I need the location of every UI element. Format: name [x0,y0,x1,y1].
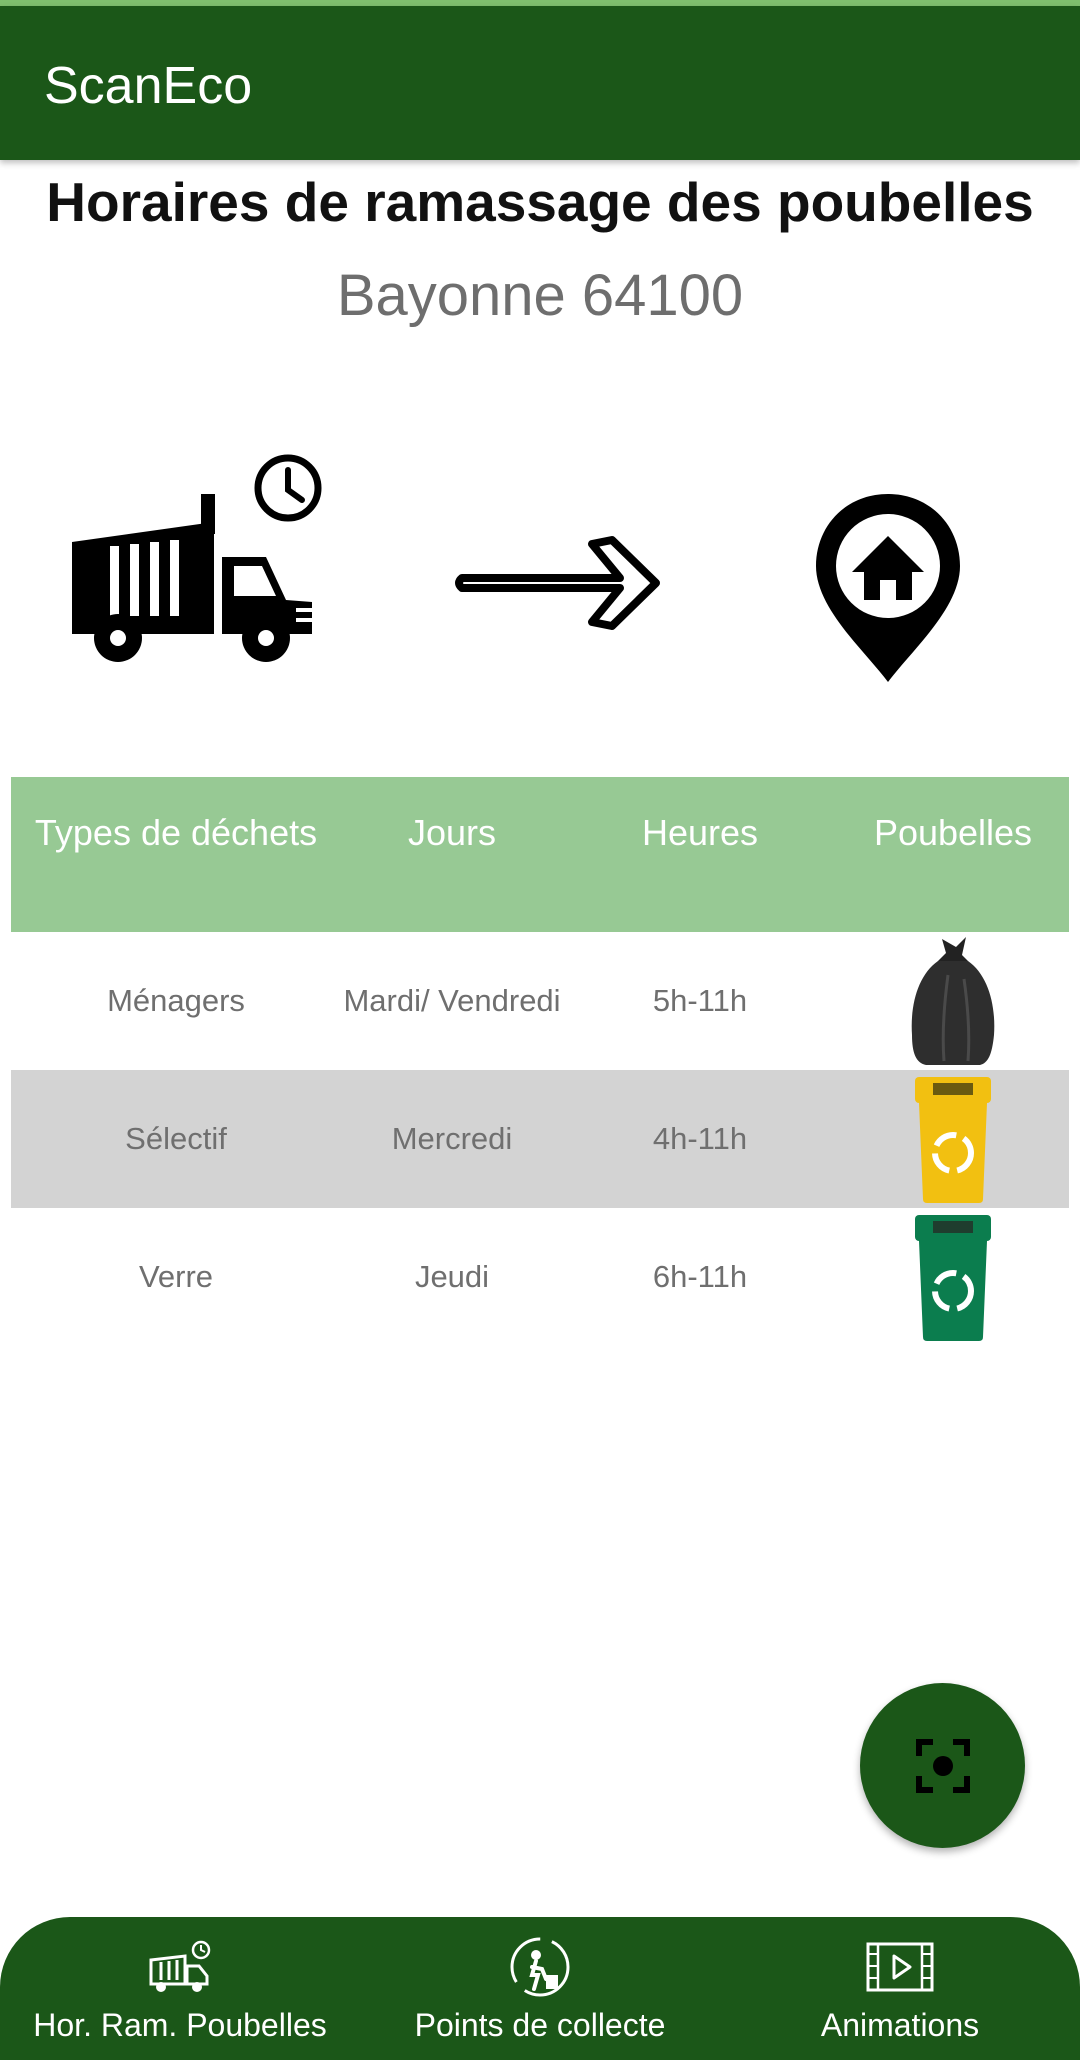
table-row: Ménagers Mardi/ Vendredi 5h-11h [11,932,1069,1070]
cell-hours: 6h-11h [652,1259,748,1294]
home-location-pin-icon [816,494,960,682]
bottom-navigation: Hor. Ram. Poubelles Points de collecte A… [0,1917,1080,2060]
nav-item-animations[interactable]: Animations [750,1917,1050,2060]
table-row: Sélectif Mercredi 4h-11h [11,1070,1069,1208]
city-label: Bayonne 64100 [336,263,744,328]
right-arrow-icon [455,536,660,630]
cell-days: Mercredi [391,1121,513,1156]
scan-focus-icon [915,1738,970,1793]
scan-button[interactable] [860,1683,1025,1848]
table-row: Verre Jeudi 6h-11h [11,1208,1069,1346]
cell-type: Ménagers [107,983,245,1018]
yellow-recycling-bin-icon [915,1077,991,1203]
green-recycling-bin-icon [915,1215,991,1341]
schedule-table: Types de déchets Jours Heures Poubelles … [11,777,1069,1346]
nav-item-horaires[interactable]: Hor. Ram. Poubelles [10,1917,350,2060]
nav-label-points-collecte: Points de collecte [414,2007,666,2043]
cell-hours: 5h-11h [652,983,748,1018]
cell-days: Jeudi [414,1259,490,1294]
page-title: Horaires de ramassage des poubelles [46,171,1034,233]
recycling-person-icon [510,1937,570,1997]
garbage-truck-icon [149,1940,211,1992]
garbage-truck-clock-icon [72,454,322,662]
header-types: Types de déchets [34,812,318,853]
cell-bin [837,1208,1069,1346]
video-film-icon [866,1942,934,1992]
nav-label-horaires: Hor. Ram. Poubelles [33,2007,327,2043]
cell-bin [837,932,1069,1070]
nav-item-points-collecte[interactable]: Points de collecte [370,1917,710,2060]
cell-days: Mardi/ Vendredi [343,983,561,1018]
app-bar: ScanEco [0,6,1080,160]
cell-hours: 4h-11h [652,1121,748,1156]
header-hours: Heures [641,812,759,853]
cell-type: Sélectif [125,1121,227,1156]
black-trash-bag-icon [911,937,995,1065]
cell-bin [837,1070,1069,1208]
header-bins: Poubelles [873,812,1033,853]
cell-type: Verre [138,1259,214,1294]
app-title: ScanEco [44,57,253,115]
table-header: Types de déchets Jours Heures Poubelles [11,777,1069,932]
nav-label-animations: Animations [820,2007,980,2043]
header-days: Jours [407,812,497,853]
